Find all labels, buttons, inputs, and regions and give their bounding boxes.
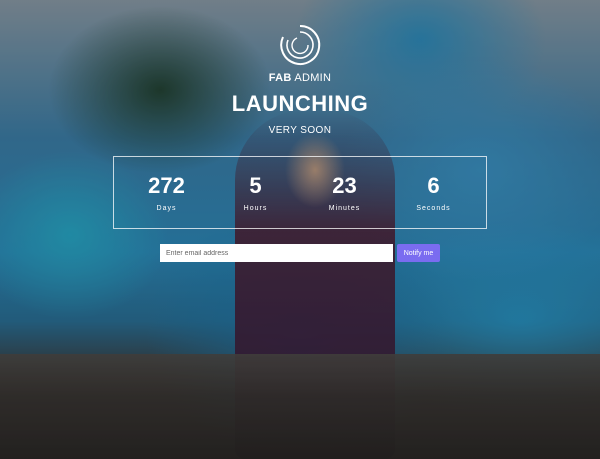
countdown-hours-value: 5 xyxy=(249,173,262,198)
countdown-days-value: 272 xyxy=(148,173,185,198)
page-title: LAUNCHING xyxy=(231,91,369,116)
brand-rest: ADMIN xyxy=(291,72,332,84)
countdown-minutes-value: 23 xyxy=(332,173,357,198)
countdown-seconds-value: 6 xyxy=(427,173,440,198)
countdown-hours: 5 Hours xyxy=(211,157,300,228)
brand-strong: FAB xyxy=(268,72,292,84)
countdown-minutes: 23 Minutes xyxy=(300,157,389,228)
brand-name: FAB ADMIN xyxy=(0,72,600,84)
swirl-logo-icon xyxy=(280,24,321,65)
countdown-seconds: 6 Seconds xyxy=(389,157,478,228)
email-input[interactable] xyxy=(160,244,393,262)
countdown-minutes-label: Minutes xyxy=(328,205,361,212)
countdown-seconds-label: Seconds xyxy=(416,205,451,212)
page-subtitle: VERY SOON xyxy=(268,125,332,136)
countdown-hours-label: Hours xyxy=(243,205,268,212)
countdown-days-label: Days xyxy=(156,205,177,212)
countdown-box: 272 Days 5 Hours 23 Minutes 6 Seconds xyxy=(113,156,487,229)
notify-me-button[interactable]: Notify me xyxy=(397,244,440,262)
dark-overlay xyxy=(0,0,600,459)
countdown-days: 272 Days xyxy=(122,157,211,228)
